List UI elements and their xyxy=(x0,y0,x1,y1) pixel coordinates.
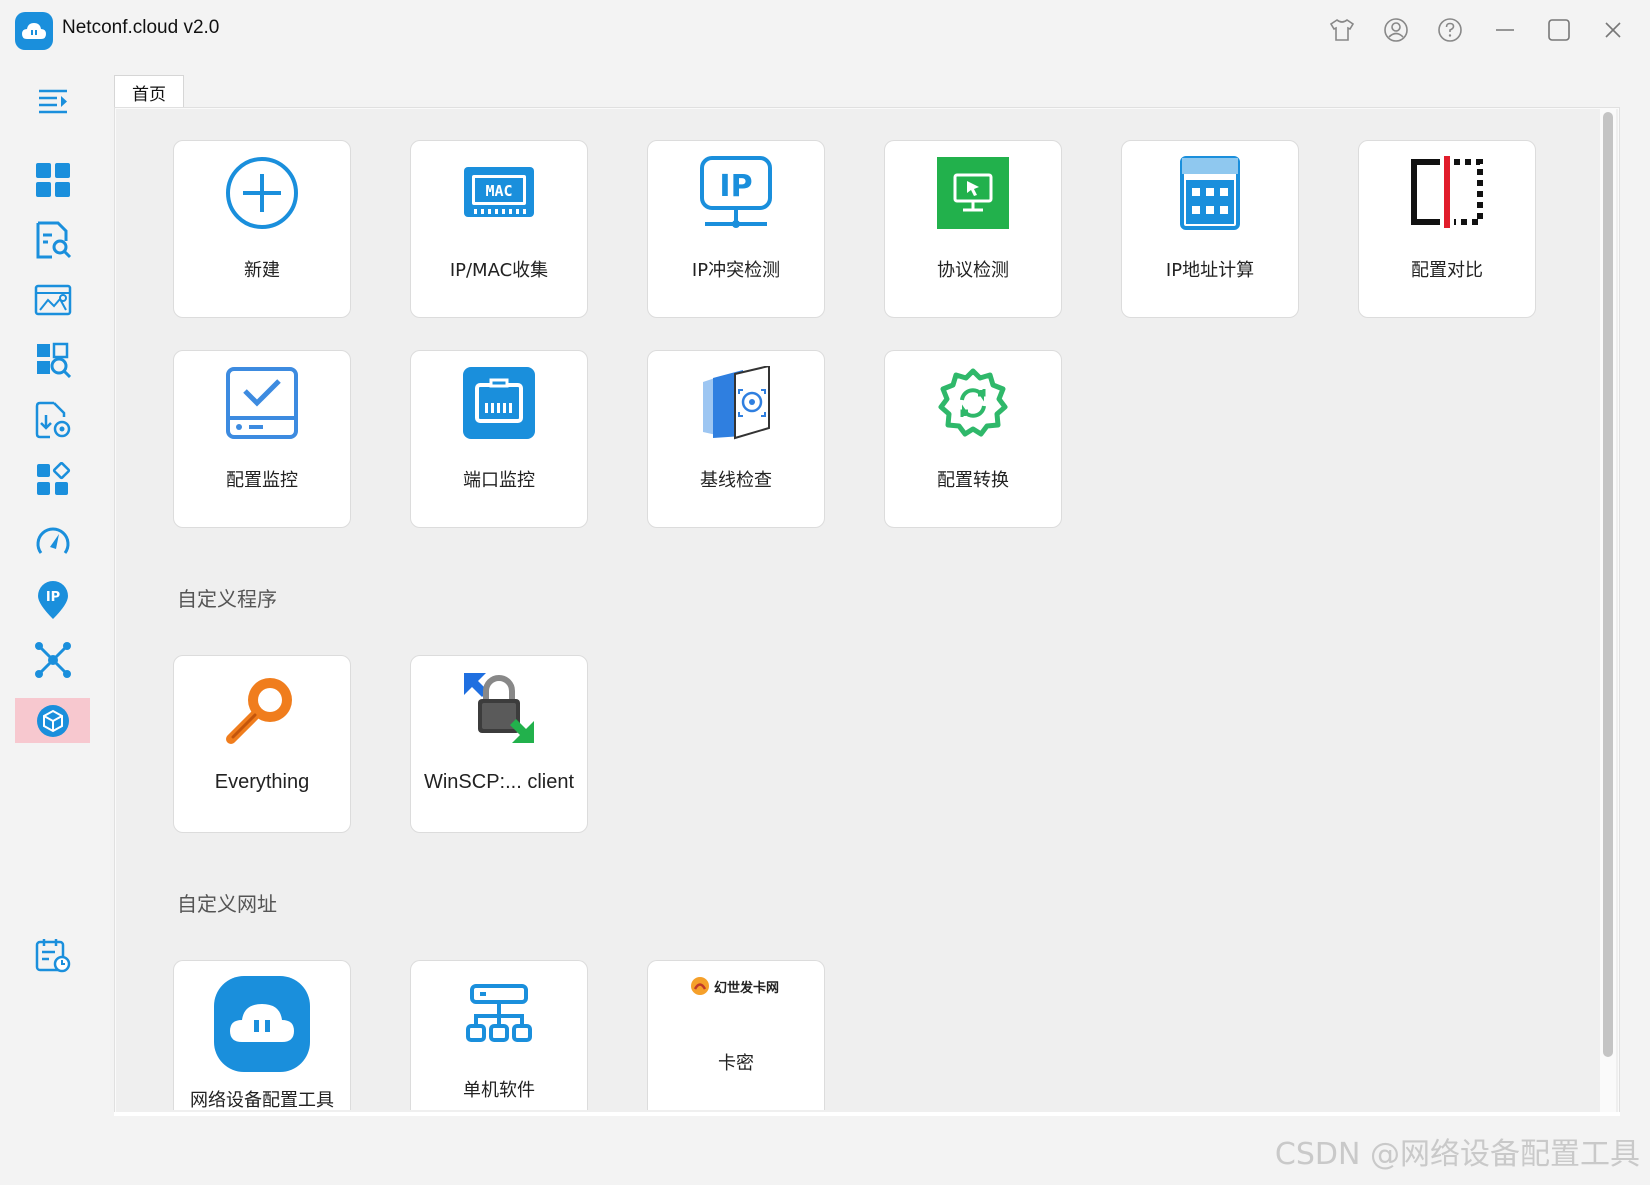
svg-text:IP: IP xyxy=(719,169,752,204)
svg-text:MAC: MAC xyxy=(485,182,512,200)
program-card-winscp[interactable]: WinSCP:... client xyxy=(410,655,588,833)
close-icon[interactable] xyxy=(1597,14,1629,46)
mac-chip-icon: MAC xyxy=(461,155,537,231)
magnifier-icon xyxy=(224,670,300,746)
tab-home[interactable]: 首页 xyxy=(114,75,184,109)
tool-label: IP/MAC收集 xyxy=(449,260,549,281)
scrollbar-thumb[interactable] xyxy=(1603,112,1613,1057)
tool-label: 配置对比 xyxy=(1411,260,1483,281)
tool-card-compare[interactable]: 配置对比 xyxy=(1358,140,1536,318)
tool-label: IP冲突检测 xyxy=(691,260,781,281)
svg-text:IP: IP xyxy=(45,590,59,605)
app-logo-icon xyxy=(15,12,53,50)
tool-card-baseline[interactable]: 基线检查 xyxy=(647,350,825,528)
url-card-standalone[interactable]: 单机软件 xyxy=(410,960,588,1110)
calendar-clock-icon[interactable] xyxy=(15,932,90,977)
package-icon[interactable] xyxy=(15,698,90,743)
tool-card-ip-mac[interactable]: MAC IP/MAC收集 xyxy=(410,140,588,318)
tool-label: 配置监控 xyxy=(226,470,298,491)
tool-card-config-monitor[interactable]: 配置监控 xyxy=(173,350,351,528)
url-card-kami[interactable]: 幻世发卡网 卡密 xyxy=(647,960,825,1110)
shop-brand-text: 幻世发卡网 xyxy=(714,980,780,996)
protocol-monitor-icon xyxy=(935,155,1011,231)
port-icon xyxy=(461,365,537,441)
tool-card-new[interactable]: 新建 xyxy=(173,140,351,318)
tool-label: 新建 xyxy=(244,260,280,281)
ip-pin-icon[interactable]: IP xyxy=(15,577,90,622)
watermark: CSDN @网络设备配置工具 xyxy=(1274,1137,1640,1172)
url-label: 网络设备配置工具 xyxy=(190,1090,334,1111)
apps-icon[interactable] xyxy=(15,457,90,502)
url-card-netconf[interactable]: 网络设备配置工具 xyxy=(173,960,351,1111)
content-bottom-edge xyxy=(114,1112,1620,1116)
tool-card-convert[interactable]: 配置转换 xyxy=(884,350,1062,528)
tool-label: 基线检查 xyxy=(700,470,772,491)
shop-logo-icon: 幻世发卡网 xyxy=(690,976,779,996)
url-label: 卡密 xyxy=(718,1053,754,1074)
user-account-icon[interactable] xyxy=(1380,14,1412,46)
search-grid-icon[interactable] xyxy=(15,337,90,382)
section-title-programs: 自定义程序 xyxy=(177,587,277,611)
compare-icon xyxy=(1409,155,1485,231)
tool-card-port-monitor[interactable]: 端口监控 xyxy=(410,350,588,528)
plus-circle-icon xyxy=(224,155,300,231)
gear-convert-icon xyxy=(935,365,1011,441)
minimize-icon[interactable] xyxy=(1489,14,1521,46)
cloud-app-icon xyxy=(214,976,310,1072)
network-icon[interactable] xyxy=(15,637,90,682)
download-gear-icon[interactable] xyxy=(15,397,90,442)
tool-card-ip-calc[interactable]: IP地址计算 xyxy=(1121,140,1299,318)
skin-shirt-icon[interactable] xyxy=(1326,14,1358,46)
menu-toggle-icon[interactable] xyxy=(15,78,90,123)
url-label: 单机软件 xyxy=(463,1080,535,1101)
ip-monitor-icon: IP xyxy=(698,155,774,231)
network-tree-icon xyxy=(461,975,537,1051)
tool-card-protocol[interactable]: 协议检测 xyxy=(884,140,1062,318)
tool-label: 端口监控 xyxy=(463,470,535,491)
dashboard-icon[interactable] xyxy=(15,157,90,202)
section-title-urls: 自定义网址 xyxy=(177,892,277,916)
window-title: Netconf.cloud v2.0 xyxy=(62,17,220,38)
tool-label: IP地址计算 xyxy=(1165,260,1255,281)
program-label: Everything xyxy=(214,771,310,793)
image-gear-icon[interactable] xyxy=(15,277,90,322)
maximize-icon[interactable] xyxy=(1543,14,1575,46)
config-monitor-icon xyxy=(224,365,300,441)
program-label: WinSCP:... client xyxy=(423,771,575,793)
program-card-everything[interactable]: Everything xyxy=(173,655,351,833)
sidebar: IP xyxy=(0,60,105,1185)
title-bar: Netconf.cloud v2.0 xyxy=(0,0,1650,60)
tool-card-ip-conflict[interactable]: IP IP冲突检测 xyxy=(647,140,825,318)
document-search-icon[interactable] xyxy=(15,217,90,262)
winscp-lock-icon xyxy=(461,670,537,746)
speedometer-icon[interactable] xyxy=(15,517,90,562)
help-icon[interactable] xyxy=(1434,14,1466,46)
tool-label: 协议检测 xyxy=(937,260,1009,281)
baseline-check-icon xyxy=(698,365,774,441)
tool-label: 配置转换 xyxy=(937,470,1009,491)
calculator-icon xyxy=(1172,155,1248,231)
